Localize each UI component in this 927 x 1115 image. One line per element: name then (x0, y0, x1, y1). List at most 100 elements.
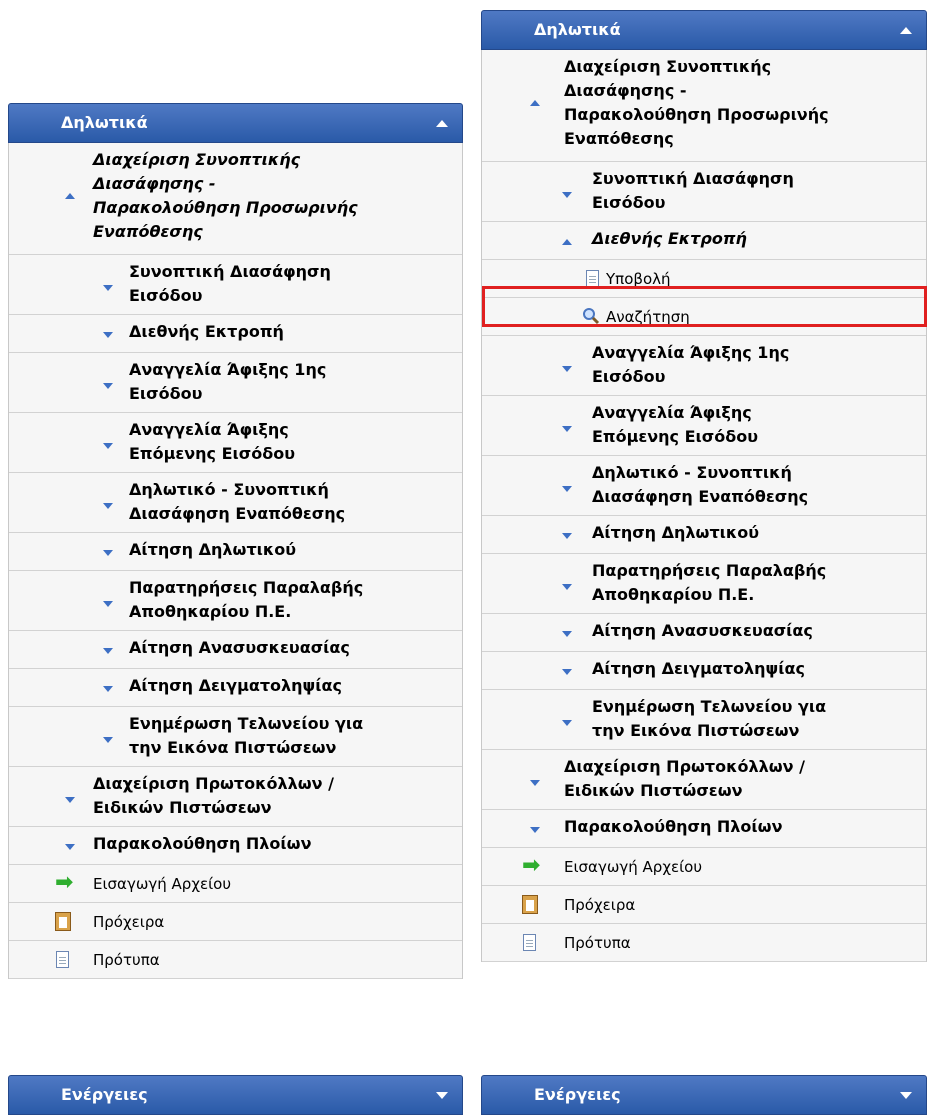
green-arrow-icon: ➡ (55, 870, 74, 895)
menu-item[interactable]: Διαχείριση Πρωτοκόλλων / Ειδικών Πιστώσεω… (9, 767, 462, 827)
menu-item[interactable]: Παρακολούθηση Πλοίων (482, 810, 926, 848)
caret-down-icon[interactable] (562, 669, 572, 675)
declarations-header[interactable]: Δηλωτικά (481, 10, 927, 50)
menu-item-label: Ενημέρωση Τελωνείου για την Εικόνα Πιστώσ… (129, 712, 456, 760)
caret-down-icon[interactable] (562, 720, 572, 726)
menu-item[interactable]: Συνοπτική Διασάφηση Εισόδου (482, 162, 926, 222)
caret-down-icon[interactable] (562, 584, 572, 590)
menu-item[interactable]: Πρότυπα (9, 941, 462, 979)
menu-item[interactable]: Αίτηση Ανασυσκευασίας (9, 631, 462, 669)
menu-item[interactable]: Αναγγελία Άφιξης 1ης Εισόδου (482, 336, 926, 396)
menu-item[interactable]: Αναγγελία Άφιξης Επόμενης Εισόδου (9, 413, 462, 473)
clipboard-icon (55, 912, 71, 931)
menu-item[interactable]: Αίτηση Δειγματοληψίας (482, 652, 926, 690)
menu-item-label-line: Παρακολούθηση Προσωρινής (93, 198, 358, 217)
caret-down-icon[interactable] (562, 192, 572, 198)
menu-item-label-line: Δηλωτικό - Συνοπτική (129, 480, 329, 499)
menu-item-label: Διεθνής Εκτροπή (129, 320, 456, 344)
menu-item-label: Πρότυπα (93, 948, 456, 972)
expand-arrow-icon[interactable] (900, 1092, 912, 1099)
menu-item[interactable]: Αίτηση Δηλωτικού (9, 533, 462, 571)
menu-item[interactable]: Ενημέρωση Τελωνείου για την Εικόνα Πιστώσ… (482, 690, 926, 750)
menu-item-label-line: Διασάφησης - (93, 174, 216, 193)
menu-item[interactable]: ➡ Εισαγωγή Αρχείου (482, 848, 926, 886)
caret-down-icon[interactable] (103, 285, 113, 291)
caret-down-icon[interactable] (562, 366, 572, 372)
menu-item-label-line: Παρατηρήσεις Παραλαβής (129, 578, 364, 597)
menu-item[interactable]: Παρατηρήσεις Παραλαβής Αποθηκαρίου Π.Ε. (9, 571, 462, 631)
menu-item[interactable]: Πρόχειρα (9, 903, 462, 941)
declarations-header[interactable]: Δηλωτικά (8, 103, 463, 143)
caret-down-icon[interactable] (65, 797, 75, 803)
magnifier-icon (582, 307, 600, 325)
caret-down-icon[interactable] (103, 648, 113, 654)
caret-down-icon[interactable] (103, 601, 113, 607)
menu-item-label-line: Αποθηκαρίου Π.Ε. (129, 602, 292, 621)
menu-item[interactable]: Διεθνής Εκτροπή (9, 315, 462, 353)
caret-up-icon[interactable] (65, 193, 75, 199)
actions-header[interactable]: Ενέργειες (8, 1075, 463, 1115)
menu-item[interactable]: Παρακολούθηση Πλοίων (9, 827, 462, 865)
menu-item-label: Αίτηση Ανασυσκευασίας (129, 636, 456, 660)
menu-item[interactable]: Διεθνής Εκτροπή (482, 222, 926, 260)
caret-down-icon[interactable] (562, 631, 572, 637)
caret-down-icon[interactable] (103, 737, 113, 743)
menu-item[interactable]: Αναγγελία Άφιξης Επόμενης Εισόδου (482, 396, 926, 456)
caret-down-icon[interactable] (562, 486, 572, 492)
collapse-arrow-icon[interactable] (436, 120, 448, 127)
menu-item[interactable]: Παρατηρήσεις Παραλαβής Αποθηκαρίου Π.Ε. (482, 554, 926, 614)
expand-arrow-icon[interactable] (436, 1092, 448, 1099)
menu-item-label-line: Αποθηκαρίου Π.Ε. (592, 585, 755, 604)
menu-item-label: Πρόχειρα (564, 893, 920, 917)
caret-down-icon[interactable] (562, 426, 572, 432)
caret-down-icon[interactable] (103, 686, 113, 692)
caret-down-icon[interactable] (103, 443, 113, 449)
caret-down-icon[interactable] (103, 503, 113, 509)
menu-item-label-line: Αίτηση Ανασυσκευασίας (129, 638, 350, 657)
menu-item-label: Διαχείριση Συνοπτικής Διασάφησης - Παρακολ… (564, 55, 920, 151)
menu-item[interactable]: ➡ Εισαγωγή Αρχείου (9, 865, 462, 903)
menu-item[interactable]: Πρόχειρα (482, 886, 926, 924)
menu-item-label-line: την Εικόνα Πιστώσεων (129, 738, 337, 757)
caret-down-icon[interactable] (530, 827, 540, 833)
menu-item-label: Αίτηση Δειγματοληψίας (129, 674, 456, 698)
caret-down-icon[interactable] (65, 844, 75, 850)
menu-item-label-line: Αίτηση Ανασυσκευασίας (592, 621, 813, 640)
menu-item-label-line: Αίτηση Δειγματοληψίας (592, 659, 805, 678)
menu-item-label: Αναγγελία Άφιξης Επόμενης Εισόδου (592, 401, 920, 449)
menu-item[interactable]: Αίτηση Δειγματοληψίας (9, 669, 462, 707)
caret-up-icon[interactable] (562, 239, 572, 245)
menu-item[interactable]: Αναζήτηση (482, 298, 926, 336)
menu-item-label: Αίτηση Δηλωτικού (592, 521, 920, 545)
menu-item[interactable]: Δηλωτικό - Συνοπτική Διασάφηση Εναπόθεσης (9, 473, 462, 533)
caret-down-icon[interactable] (103, 550, 113, 556)
menu-item[interactable]: Διαχείριση Συνοπτικής Διασάφησης - Παρακολ… (482, 50, 926, 162)
menu-item[interactable]: Πρότυπα (482, 924, 926, 962)
caret-up-icon[interactable] (530, 100, 540, 106)
declarations-header-title: Δηλωτικά (61, 113, 148, 132)
menu-item-label: Αναγγελία Άφιξης Επόμενης Εισόδου (129, 418, 456, 466)
menu-item-label: Αναγγελία Άφιξης 1ης Εισόδου (129, 358, 456, 406)
caret-down-icon[interactable] (530, 780, 540, 786)
menu-item[interactable]: Δηλωτικό - Συνοπτική Διασάφηση Εναπόθεσης (482, 456, 926, 516)
menu-item[interactable]: Αίτηση Ανασυσκευασίας (482, 614, 926, 652)
menu-item[interactable]: Διαχείριση Συνοπτικής Διασάφησης - Παρακολ… (9, 143, 462, 255)
menu-item[interactable]: Διαχείριση Πρωτοκόλλων / Ειδικών Πιστώσεω… (482, 750, 926, 810)
menu-item-label-line: Παρακολούθηση Πλοίων (93, 834, 312, 853)
menu-item-label-line: Διεθνής Εκτροπή (129, 322, 284, 341)
menu-item-label-line: Αναζήτηση (606, 308, 690, 326)
caret-down-icon[interactable] (562, 533, 572, 539)
menu-item-label-line: Διαχείριση Πρωτοκόλλων / (93, 774, 334, 793)
collapse-arrow-icon[interactable] (900, 27, 912, 34)
actions-header[interactable]: Ενέργειες (481, 1075, 927, 1115)
menu-item[interactable]: Ενημέρωση Τελωνείου για την Εικόνα Πιστώσ… (9, 707, 462, 767)
menu-item-label-line: Επόμενης Εισόδου (592, 427, 759, 446)
menu-item[interactable]: Υποβολή (482, 260, 926, 298)
menu-item[interactable]: Συνοπτική Διασάφηση Εισόδου (9, 255, 462, 315)
caret-down-icon[interactable] (103, 332, 113, 338)
menu-item-label-line: Πρόχειρα (564, 896, 636, 914)
menu-item[interactable]: Αναγγελία Άφιξης 1ης Εισόδου (9, 353, 462, 413)
caret-down-icon[interactable] (103, 383, 113, 389)
menu-item[interactable]: Αίτηση Δηλωτικού (482, 516, 926, 554)
menu-item-label: Αίτηση Ανασυσκευασίας (592, 619, 920, 643)
